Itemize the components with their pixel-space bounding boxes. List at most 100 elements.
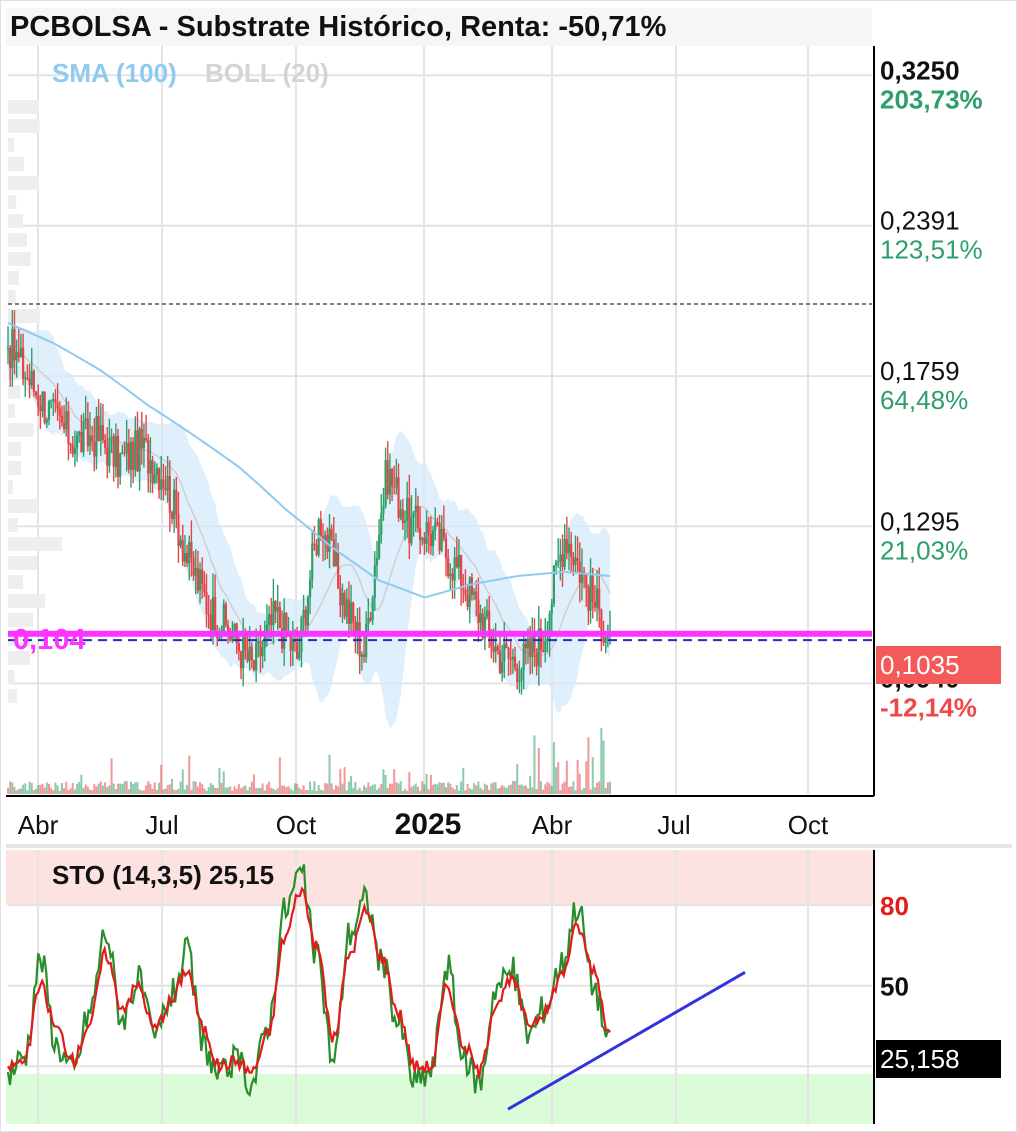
volume-bar [281, 785, 284, 794]
volume-bars [7, 727, 611, 794]
volume-bar [501, 784, 504, 794]
volume-bar [572, 781, 575, 794]
volume-bar [494, 782, 497, 794]
candle-body [526, 638, 530, 649]
volume-bar [341, 783, 344, 794]
candle-body [492, 647, 495, 652]
candle-body [434, 522, 437, 531]
candle-body [330, 528, 333, 540]
candle-body [274, 601, 277, 612]
oversold-zone [6, 1074, 873, 1124]
candle-body [205, 592, 208, 614]
candle-body [431, 530, 435, 547]
volume-bar [97, 783, 100, 794]
volume-bar [88, 789, 91, 794]
volume-profile-bar [8, 138, 15, 152]
candle-body [464, 589, 467, 596]
candle-body [91, 435, 94, 442]
candle-body [513, 656, 517, 668]
volume-bar [535, 789, 538, 794]
volume-bar [259, 787, 262, 794]
volume-bar [209, 783, 212, 794]
sto-level-label: 50 [880, 972, 909, 1002]
candle-body [509, 658, 512, 660]
volume-bar [479, 787, 482, 794]
candle-body [565, 538, 568, 554]
volume-bar [555, 767, 558, 794]
volume-bar [371, 784, 374, 794]
volume-bar [334, 785, 337, 794]
candle-body [360, 654, 363, 657]
candle-body [598, 588, 601, 610]
candle-body [224, 604, 228, 626]
candle-body [457, 554, 461, 568]
volume-profile-bar [8, 556, 38, 570]
volume-profile-bar [8, 100, 39, 114]
candle-body [71, 445, 74, 454]
volume-bar [136, 782, 139, 794]
candle-body [334, 551, 338, 567]
candle-body [567, 543, 571, 554]
candle-body [535, 652, 538, 667]
volume-bar [9, 781, 12, 794]
volume-bar [155, 789, 158, 794]
volume-bar [211, 784, 214, 794]
candle-body [127, 442, 130, 470]
volume-bar [93, 783, 96, 794]
volume-bar [559, 790, 562, 794]
volume-bar [252, 774, 255, 794]
volume-bar [43, 787, 46, 794]
volume-bar [164, 788, 167, 794]
candle-body [332, 539, 335, 567]
candle-body [166, 475, 169, 491]
candle-body [554, 562, 558, 566]
candle-body [470, 577, 474, 595]
volume-bar [520, 784, 523, 794]
candle-body [485, 610, 489, 617]
candle-body [466, 595, 469, 607]
candle-body [13, 329, 16, 361]
volume-bar [423, 784, 426, 794]
indicator-legend-boll: BOLL (20) [205, 58, 329, 88]
volume-bar [188, 755, 191, 794]
volume-bar [129, 781, 132, 794]
volume-bar [369, 786, 372, 794]
volume-bar [54, 782, 57, 794]
volume-profile-bar [8, 176, 40, 190]
candle-body [173, 489, 176, 519]
stochastic-d-line [7, 886, 611, 1079]
candle-body [419, 527, 422, 541]
candle-body [203, 583, 206, 593]
volume-bar [112, 783, 115, 794]
volume-bar [322, 790, 325, 794]
candle-body [455, 557, 458, 568]
volume-bar [492, 782, 495, 794]
volume-bar [231, 790, 234, 794]
candle-body [270, 614, 273, 626]
volume-bar [436, 784, 439, 794]
candle-body [403, 520, 407, 523]
volume-bar [306, 790, 309, 794]
volume-bar [311, 789, 314, 794]
candle-body [209, 614, 212, 631]
volume-bar [71, 782, 74, 794]
volume-bar [516, 763, 519, 794]
candle-body [524, 643, 527, 649]
volume-bar [229, 786, 232, 794]
volume-bar [550, 786, 553, 794]
candle-body [78, 431, 81, 435]
candle-body [427, 522, 430, 534]
volume-bar [199, 782, 202, 794]
percent-tick-label: 64,48% [880, 385, 968, 415]
volume-bar [388, 783, 391, 794]
volume-bar [609, 781, 611, 794]
volume-bar [464, 790, 467, 794]
candle-body [496, 646, 499, 651]
candle-body [604, 637, 607, 643]
candle-body [201, 569, 204, 584]
candle-body [393, 486, 396, 488]
volume-bar [37, 785, 40, 794]
volume-bar [134, 782, 137, 794]
volume-bar [382, 769, 385, 794]
candle-body [99, 425, 102, 441]
